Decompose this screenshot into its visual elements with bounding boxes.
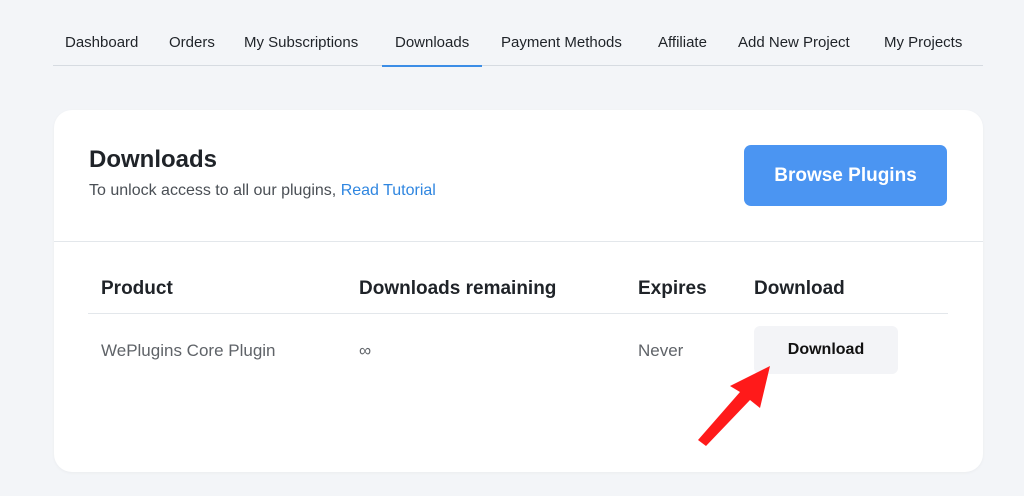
subtitle-text: To unlock access to all our plugins, [89, 182, 341, 199]
table-row: WePlugins Core Plugin ∞ Never Download [88, 314, 948, 384]
tab-downloads[interactable]: Downloads [381, 34, 483, 67]
product-name: WePlugins Core Plugin [101, 341, 276, 360]
table-header-row: Product Downloads remaining Expires Down… [88, 258, 948, 314]
downloads-card: Downloads To unlock access to all our pl… [54, 110, 983, 472]
column-header-product: Product [101, 278, 173, 299]
subtitle: To unlock access to all our plugins, Rea… [89, 182, 436, 200]
account-nav-tabs: Dashboard Orders My Subscriptions Downlo… [53, 22, 983, 67]
tab-orders[interactable]: Orders [169, 34, 215, 66]
tab-my-subscriptions[interactable]: My Subscriptions [244, 34, 358, 66]
tab-dashboard[interactable]: Dashboard [65, 34, 138, 66]
column-header-expires: Expires [638, 278, 707, 299]
tab-affiliate[interactable]: Affiliate [658, 34, 707, 66]
downloads-table: Product Downloads remaining Expires Down… [88, 258, 948, 384]
read-tutorial-link[interactable]: Read Tutorial [341, 182, 436, 199]
column-header-download: Download [754, 278, 845, 299]
column-header-downloads-remaining: Downloads remaining [359, 278, 557, 299]
page-title: Downloads [89, 146, 218, 173]
downloads-remaining-value: ∞ [359, 341, 372, 360]
tab-add-new-project[interactable]: Add New Project [738, 34, 850, 66]
expires-value: Never [638, 341, 684, 360]
tab-my-projects[interactable]: My Projects [884, 34, 962, 66]
card-header: Downloads To unlock access to all our pl… [54, 110, 983, 242]
red-pointer-arrow-icon [698, 366, 770, 446]
browse-plugins-button[interactable]: Browse Plugins [744, 145, 947, 206]
tab-payment-methods[interactable]: Payment Methods [501, 34, 622, 66]
